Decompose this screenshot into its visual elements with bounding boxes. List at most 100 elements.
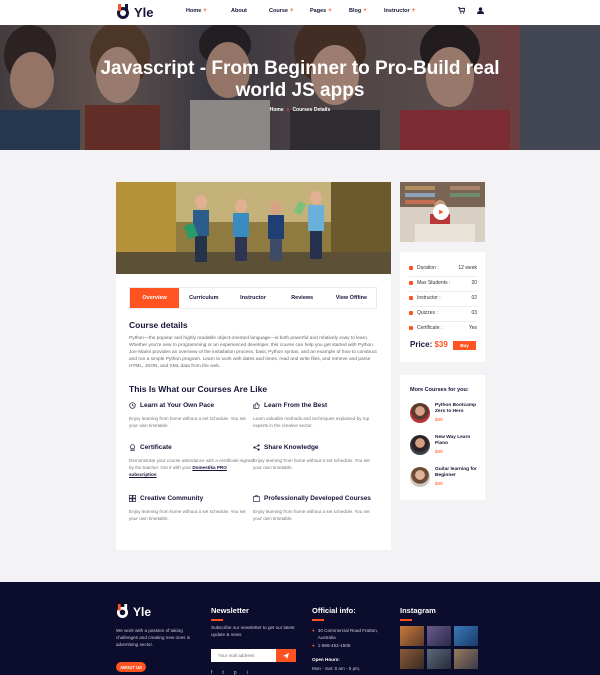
briefcase-icon	[253, 495, 260, 502]
course-info-card: Duration : 12 week Max Students : 20 Instr…	[400, 252, 485, 362]
instagram-icon[interactable]: i	[247, 670, 248, 675]
clock-icon	[409, 266, 413, 270]
feature-text: Enjoy learning from home without a set s…	[129, 509, 246, 521]
footer: Yle We work with a passion of taking cha…	[0, 582, 600, 675]
menu-item-about[interactable]: About	[231, 8, 269, 14]
address-text: 30 Commercial Road Fratton, Australia	[317, 628, 379, 640]
feature-title: Certificate	[140, 444, 172, 451]
info-value: Yes	[468, 325, 477, 331]
course-image	[116, 182, 391, 274]
send-icon	[283, 652, 289, 659]
more-course-item[interactable]: Guitar learning for Beginner $39	[410, 467, 482, 487]
more-course-item[interactable]: Python Bootcamp Zero to Hero $39	[410, 403, 482, 423]
feature-text: Enjoy learning from home without a set s…	[253, 458, 370, 470]
location-icon: ●	[312, 628, 315, 633]
plus-icon: +	[328, 8, 332, 14]
thumbs-up-icon	[253, 402, 260, 409]
course-thumbnail	[410, 403, 430, 423]
feature-title: Learn From the Best	[264, 402, 328, 409]
feature-text: Enjoy learning from home without a set s…	[129, 416, 246, 428]
tab-reviews[interactable]: Reviews	[278, 288, 327, 308]
price: Price: $39	[410, 340, 448, 349]
plus-icon: +	[289, 8, 294, 14]
menu-item-course[interactable]: Course +	[269, 8, 310, 14]
top-navbar: Yle Home + About Course + Pages + Blog + Ins…	[0, 0, 600, 25]
course-thumbnail	[410, 435, 430, 455]
more-course-price: $39	[435, 417, 443, 422]
menu-item-blog[interactable]: Blog +	[349, 8, 384, 14]
price-label: Price:	[410, 340, 433, 349]
play-button[interactable]	[433, 204, 449, 220]
course-video-card[interactable]	[400, 182, 485, 242]
menu-item-home[interactable]: Home +	[186, 8, 231, 14]
more-course-item[interactable]: New Way Learn Piano $39	[410, 435, 482, 455]
students-icon	[409, 281, 413, 285]
instagram-photo[interactable]	[400, 626, 424, 646]
more-courses-card: More Courses for you: Python Bootcamp Ze…	[400, 375, 485, 500]
menu-item-pages[interactable]: Pages +	[310, 8, 349, 14]
breadcrumb-current: Courses Details	[292, 107, 331, 113]
quiz-icon	[409, 311, 413, 315]
tab-curriculum[interactable]: Curriculum	[179, 288, 228, 308]
feature-title: Share Knowledge	[264, 444, 319, 451]
instructor-icon	[409, 296, 413, 300]
course-students-photo	[116, 182, 391, 274]
hero-banner: Javascript - From Beginner to Pro-Build …	[0, 25, 600, 150]
tab-view-offline[interactable]: View Offline	[327, 288, 376, 308]
newsletter-submit-button[interactable]	[276, 649, 296, 662]
footer-address: ● 30 Commercial Road Fratton, Australia	[312, 627, 382, 641]
twitter-icon[interactable]: t	[222, 670, 223, 675]
tab-overview[interactable]: Overview	[130, 288, 180, 308]
info-value: 12 week	[458, 265, 477, 271]
course-thumbnail	[410, 467, 430, 487]
newsletter-email-input[interactable]	[211, 649, 283, 662]
info-label: Max Students :	[417, 280, 451, 286]
more-course-title: Guitar learning for Beginner	[435, 467, 477, 478]
footer-about-text: We work with a passion of taking challen…	[116, 628, 191, 647]
info-label: Duration :	[417, 265, 439, 271]
feature-creative-community: Creative Community Enjoy learning from h…	[129, 495, 254, 522]
info-label: Certificate :	[417, 325, 443, 331]
info-value: 20	[471, 280, 477, 286]
breadcrumb-home[interactable]: Home	[270, 107, 284, 113]
footer-logo[interactable]: Yle	[116, 604, 151, 619]
features-title: This Is What our Courses Are Like	[129, 384, 268, 394]
tab-instructor[interactable]: Instructor	[228, 288, 277, 308]
certificate-icon	[130, 444, 135, 451]
phone-icon: ●	[312, 643, 315, 648]
menu-label: Course	[269, 8, 288, 14]
phone-text: 1-888-452-1505	[317, 643, 351, 648]
logo-text: Yle	[133, 604, 152, 619]
info-certificate: Certificate : Yes	[409, 325, 477, 331]
logo-text: Yle	[134, 4, 154, 20]
community-icon	[129, 495, 136, 502]
page-title: Javascript - From Beginner to Pro-Build …	[100, 58, 500, 101]
pinterest-icon[interactable]: p	[234, 670, 237, 675]
info-label: Instructor :	[417, 295, 441, 301]
menu-item-instructor[interactable]: Instructor +	[384, 8, 444, 14]
facebook-icon[interactable]: f	[211, 670, 212, 675]
instagram-photo[interactable]	[454, 649, 478, 669]
cart-icon[interactable]	[458, 7, 465, 14]
course-tabs: Overview Curriculum Instructor Reviews V…	[129, 287, 377, 309]
clock-icon	[129, 402, 136, 409]
logo[interactable]: Yle	[116, 4, 154, 20]
more-course-price: $39	[435, 449, 443, 454]
feature-share-knowledge: Share Knowledge Enjoy learning from home…	[253, 444, 378, 471]
course-main-card: Overview Curriculum Instructor Reviews V…	[116, 182, 391, 550]
instagram-photo[interactable]	[427, 626, 451, 646]
about-us-button[interactable]: ABOUT US	[116, 662, 146, 672]
instagram-photo[interactable]	[427, 649, 451, 669]
menu-label: About	[231, 8, 247, 14]
menu-label: Pages	[310, 8, 327, 14]
breadcrumb: Home» Courses Details	[200, 107, 400, 113]
instagram-photo[interactable]	[400, 649, 424, 669]
user-icon[interactable]	[477, 7, 484, 14]
social-links: f t p i	[211, 670, 248, 675]
instagram-photo[interactable]	[454, 626, 478, 646]
buy-button[interactable]: Buy	[453, 341, 476, 350]
info-quizzes: Quizzes : 03	[409, 310, 477, 316]
more-course-price: $39	[435, 481, 443, 486]
more-course-title: New Way Learn Piano	[435, 435, 471, 446]
info-duration: Duration : 12 week	[409, 265, 477, 271]
